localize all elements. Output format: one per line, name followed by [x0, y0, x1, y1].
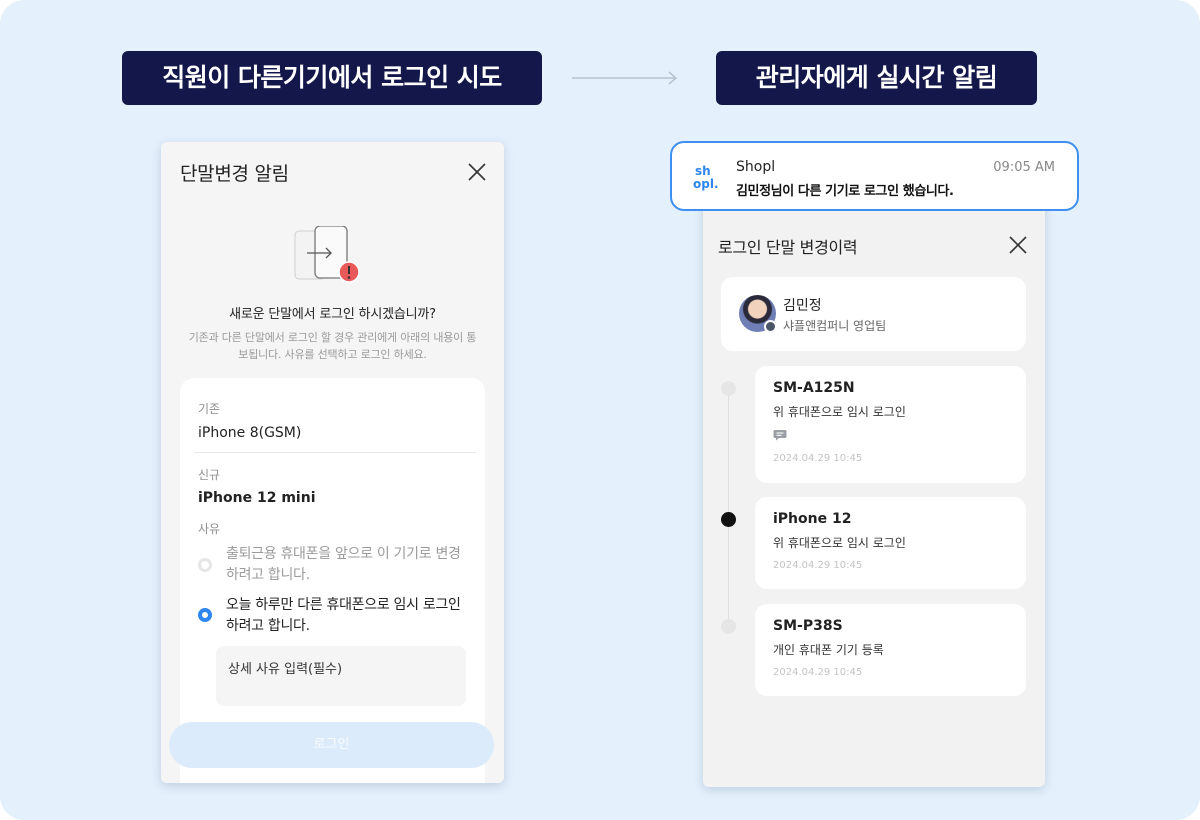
- login-button[interactable]: 로그인: [169, 722, 494, 768]
- reason-option-temporary[interactable]: 오늘 하루만 다른 휴대폰으로 임시 로그인 하려고 합니다.: [226, 595, 466, 637]
- close-icon[interactable]: [466, 161, 488, 183]
- shopl-logo: sh opl.: [693, 164, 719, 191]
- reason-label: 사유: [198, 522, 221, 536]
- history-title: 로그인 단말 변경이력: [718, 238, 858, 257]
- entry-model: iPhone 12: [773, 511, 852, 527]
- timeline-dot-current: [721, 512, 736, 527]
- history-entry[interactable]: iPhone 12 위 휴대폰으로 임시 로그인 2024.04.29 10:4…: [755, 497, 1026, 589]
- close-icon[interactable]: [1007, 234, 1029, 256]
- avatar-badge-icon: [764, 320, 777, 333]
- device-switch-icon: [294, 226, 360, 283]
- login-history-modal: 로그인 단말 변경이력 김민정 샤플앤컴퍼니 영업팀 SM-A125N 위 휴대…: [703, 178, 1045, 787]
- avatar: [739, 295, 777, 333]
- timeline-dot: [721, 381, 736, 396]
- memo-icon[interactable]: [773, 429, 787, 441]
- canvas: 직원이 다른기기에서 로그인 시도 관리자에게 실시간 알림 단말변경 알림 새…: [0, 0, 1200, 820]
- reason-radio-change[interactable]: [198, 558, 212, 572]
- entry-date: 2024.04.29 10:45: [773, 560, 863, 571]
- entry-description: 개인 휴대폰 기기 등록: [773, 643, 884, 657]
- entry-model: SM-P38S: [773, 618, 843, 634]
- notification-time: 09:05 AM: [993, 160, 1055, 175]
- existing-label: 기존: [198, 402, 221, 416]
- notification-message: 김민정님이 다른 기기로 로그인 했습니다.: [736, 184, 954, 199]
- reason-option-change[interactable]: 출퇴근용 휴대폰을 앞으로 이 기기로 변경하려고 합니다.: [226, 544, 466, 586]
- headline-left: 직원이 다른기기에서 로그인 시도: [122, 51, 542, 105]
- new-device: iPhone 12 mini: [198, 490, 316, 506]
- entry-date: 2024.04.29 10:45: [773, 667, 863, 678]
- entry-description: 위 휴대폰으로 임시 로그인: [773, 536, 906, 550]
- svg-text:sh: sh: [695, 164, 711, 178]
- profile-card: 김민정 샤플앤컴퍼니 영업팀: [721, 277, 1026, 351]
- notice-description: 기존과 다른 단말에서 로그인 할 경우 관리에게 아래의 내용이 통보됩니다.…: [188, 331, 477, 361]
- reason-radio-temporary[interactable]: [198, 608, 212, 622]
- arrow-right-icon: [572, 71, 678, 85]
- employee-team: 샤플앤컴퍼니 영업팀: [783, 319, 887, 333]
- divider: [194, 452, 476, 453]
- login-question: 새로운 단말에서 로그인 하시겠습니까?: [229, 307, 436, 322]
- modal-title: 단말변경 알림: [180, 163, 289, 185]
- history-entry[interactable]: SM-P38S 개인 휴대폰 기기 등록 2024.04.29 10:45: [755, 604, 1026, 696]
- existing-device: iPhone 8(GSM): [198, 425, 302, 441]
- entry-date: 2024.04.29 10:45: [773, 453, 863, 464]
- warning-icon: [338, 261, 360, 283]
- push-notification[interactable]: sh opl. Shopl 09:05 AM 김민정님이 다른 기기로 로그인 …: [670, 141, 1079, 211]
- notification-app-name: Shopl: [736, 159, 776, 175]
- timeline-dot: [721, 619, 736, 634]
- new-label: 신규: [198, 468, 221, 482]
- device-change-modal: 단말변경 알림 새로운 단말에서 로그인 하시겠습니까? 기존과 다른 단말에서…: [161, 142, 504, 783]
- employee-name: 김민정: [783, 298, 822, 314]
- entry-description: 위 휴대폰으로 임시 로그인: [773, 405, 906, 419]
- svg-text:opl.: opl.: [693, 177, 719, 191]
- reason-detail-input[interactable]: 상세 사유 입력(필수): [216, 646, 466, 706]
- timeline-line: [728, 390, 729, 628]
- entry-model: SM-A125N: [773, 380, 855, 396]
- history-entry[interactable]: SM-A125N 위 휴대폰으로 임시 로그인 2024.04.29 10:45: [755, 366, 1026, 483]
- headline-right: 관리자에게 실시간 알림: [716, 51, 1037, 105]
